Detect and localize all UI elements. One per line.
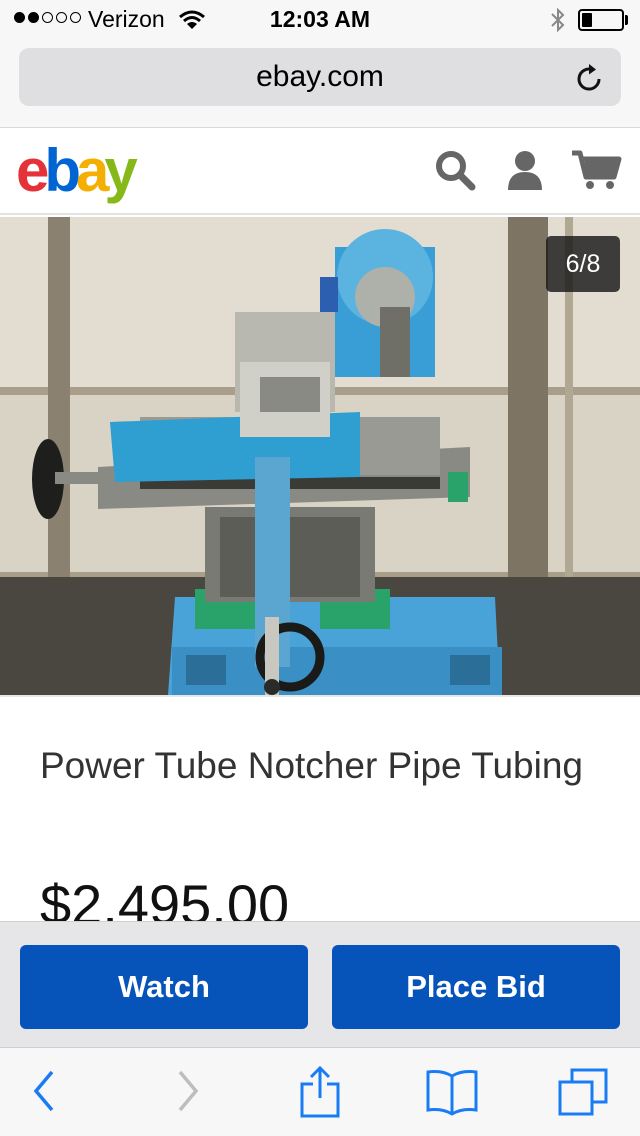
- reload-icon[interactable]: [575, 61, 605, 93]
- address-bar[interactable]: ebay.com: [19, 48, 621, 106]
- share-icon[interactable]: [298, 1066, 342, 1118]
- action-panel: Watch Place Bid: [0, 921, 640, 1047]
- place-bid-button[interactable]: Place Bid: [332, 945, 620, 1029]
- gallery-counter: 6/8: [546, 236, 620, 292]
- battery-nub: [625, 15, 628, 25]
- divider: [0, 695, 640, 697]
- site-header: ebay: [0, 129, 640, 215]
- browser-top-chrome: Verizon 12:03 AM ebay.com: [0, 0, 640, 128]
- browser-toolbar: [0, 1047, 640, 1136]
- bookmarks-icon[interactable]: [424, 1066, 480, 1116]
- status-time: 12:03 AM: [269, 6, 371, 32]
- cart-icon[interactable]: [570, 149, 622, 191]
- ebay-logo[interactable]: ebay: [16, 139, 138, 203]
- battery-level-fill: [582, 13, 592, 27]
- battery-icon: [578, 9, 624, 31]
- user-icon[interactable]: [505, 149, 545, 191]
- back-icon[interactable]: [28, 1066, 62, 1116]
- bluetooth-icon: [551, 7, 565, 33]
- status-bar: Verizon 12:03 AM: [0, 0, 640, 40]
- listing-title: Power Tube Notcher Pipe Tubing: [40, 745, 583, 786]
- search-icon[interactable]: [434, 149, 476, 191]
- url-text[interactable]: ebay.com: [19, 60, 621, 94]
- product-photo[interactable]: [0, 217, 640, 695]
- tabs-icon[interactable]: [556, 1066, 610, 1118]
- watch-button[interactable]: Watch: [20, 945, 308, 1029]
- forward-icon[interactable]: [170, 1066, 204, 1116]
